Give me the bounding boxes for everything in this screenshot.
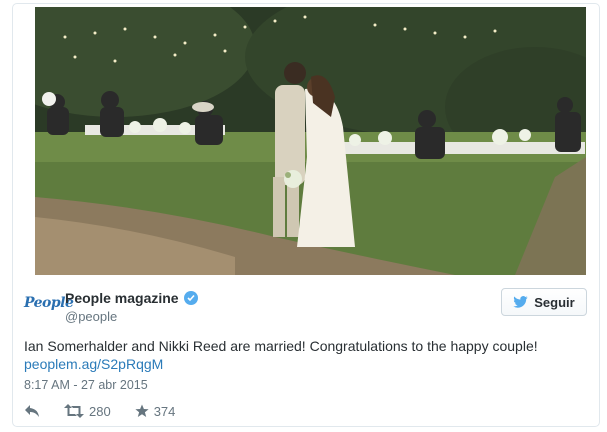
author-name: People magazine [65,290,179,306]
people-logo[interactable]: People [24,293,74,313]
favorite-count: 374 [153,403,176,419]
star-icon [135,404,149,417]
verified-badge-icon [183,291,198,305]
author-handle: @people [65,309,118,324]
retweet-count: 280 [89,403,111,419]
tweet-timestamp[interactable]: 8:17 AM - 27 abr 2015 [24,378,148,392]
tweet-photo[interactable] [35,7,586,275]
tweet-card: People People magazine @people Seguir Ia… [12,3,600,427]
bird-icon [513,296,528,308]
follow-button[interactable]: Seguir [501,288,587,316]
retweet-button[interactable]: 280 [64,404,111,419]
reply-button[interactable] [24,404,40,418]
tweet-text: Ian Somerhalder and Nikki Reed are marri… [24,338,538,354]
follow-button-label: Seguir [534,294,575,310]
author-name-row: People magazine [65,290,198,306]
retweet-icon [64,404,84,418]
tweet-actions: 280 374 [24,402,175,420]
reply-icon [25,405,39,417]
wedding-photo [35,7,586,275]
favorite-button[interactable]: 374 [135,403,176,419]
tweet-link[interactable]: peoplem.ag/S2pRqgM [24,356,163,372]
tweet-author[interactable]: People magazine @people [65,290,198,324]
